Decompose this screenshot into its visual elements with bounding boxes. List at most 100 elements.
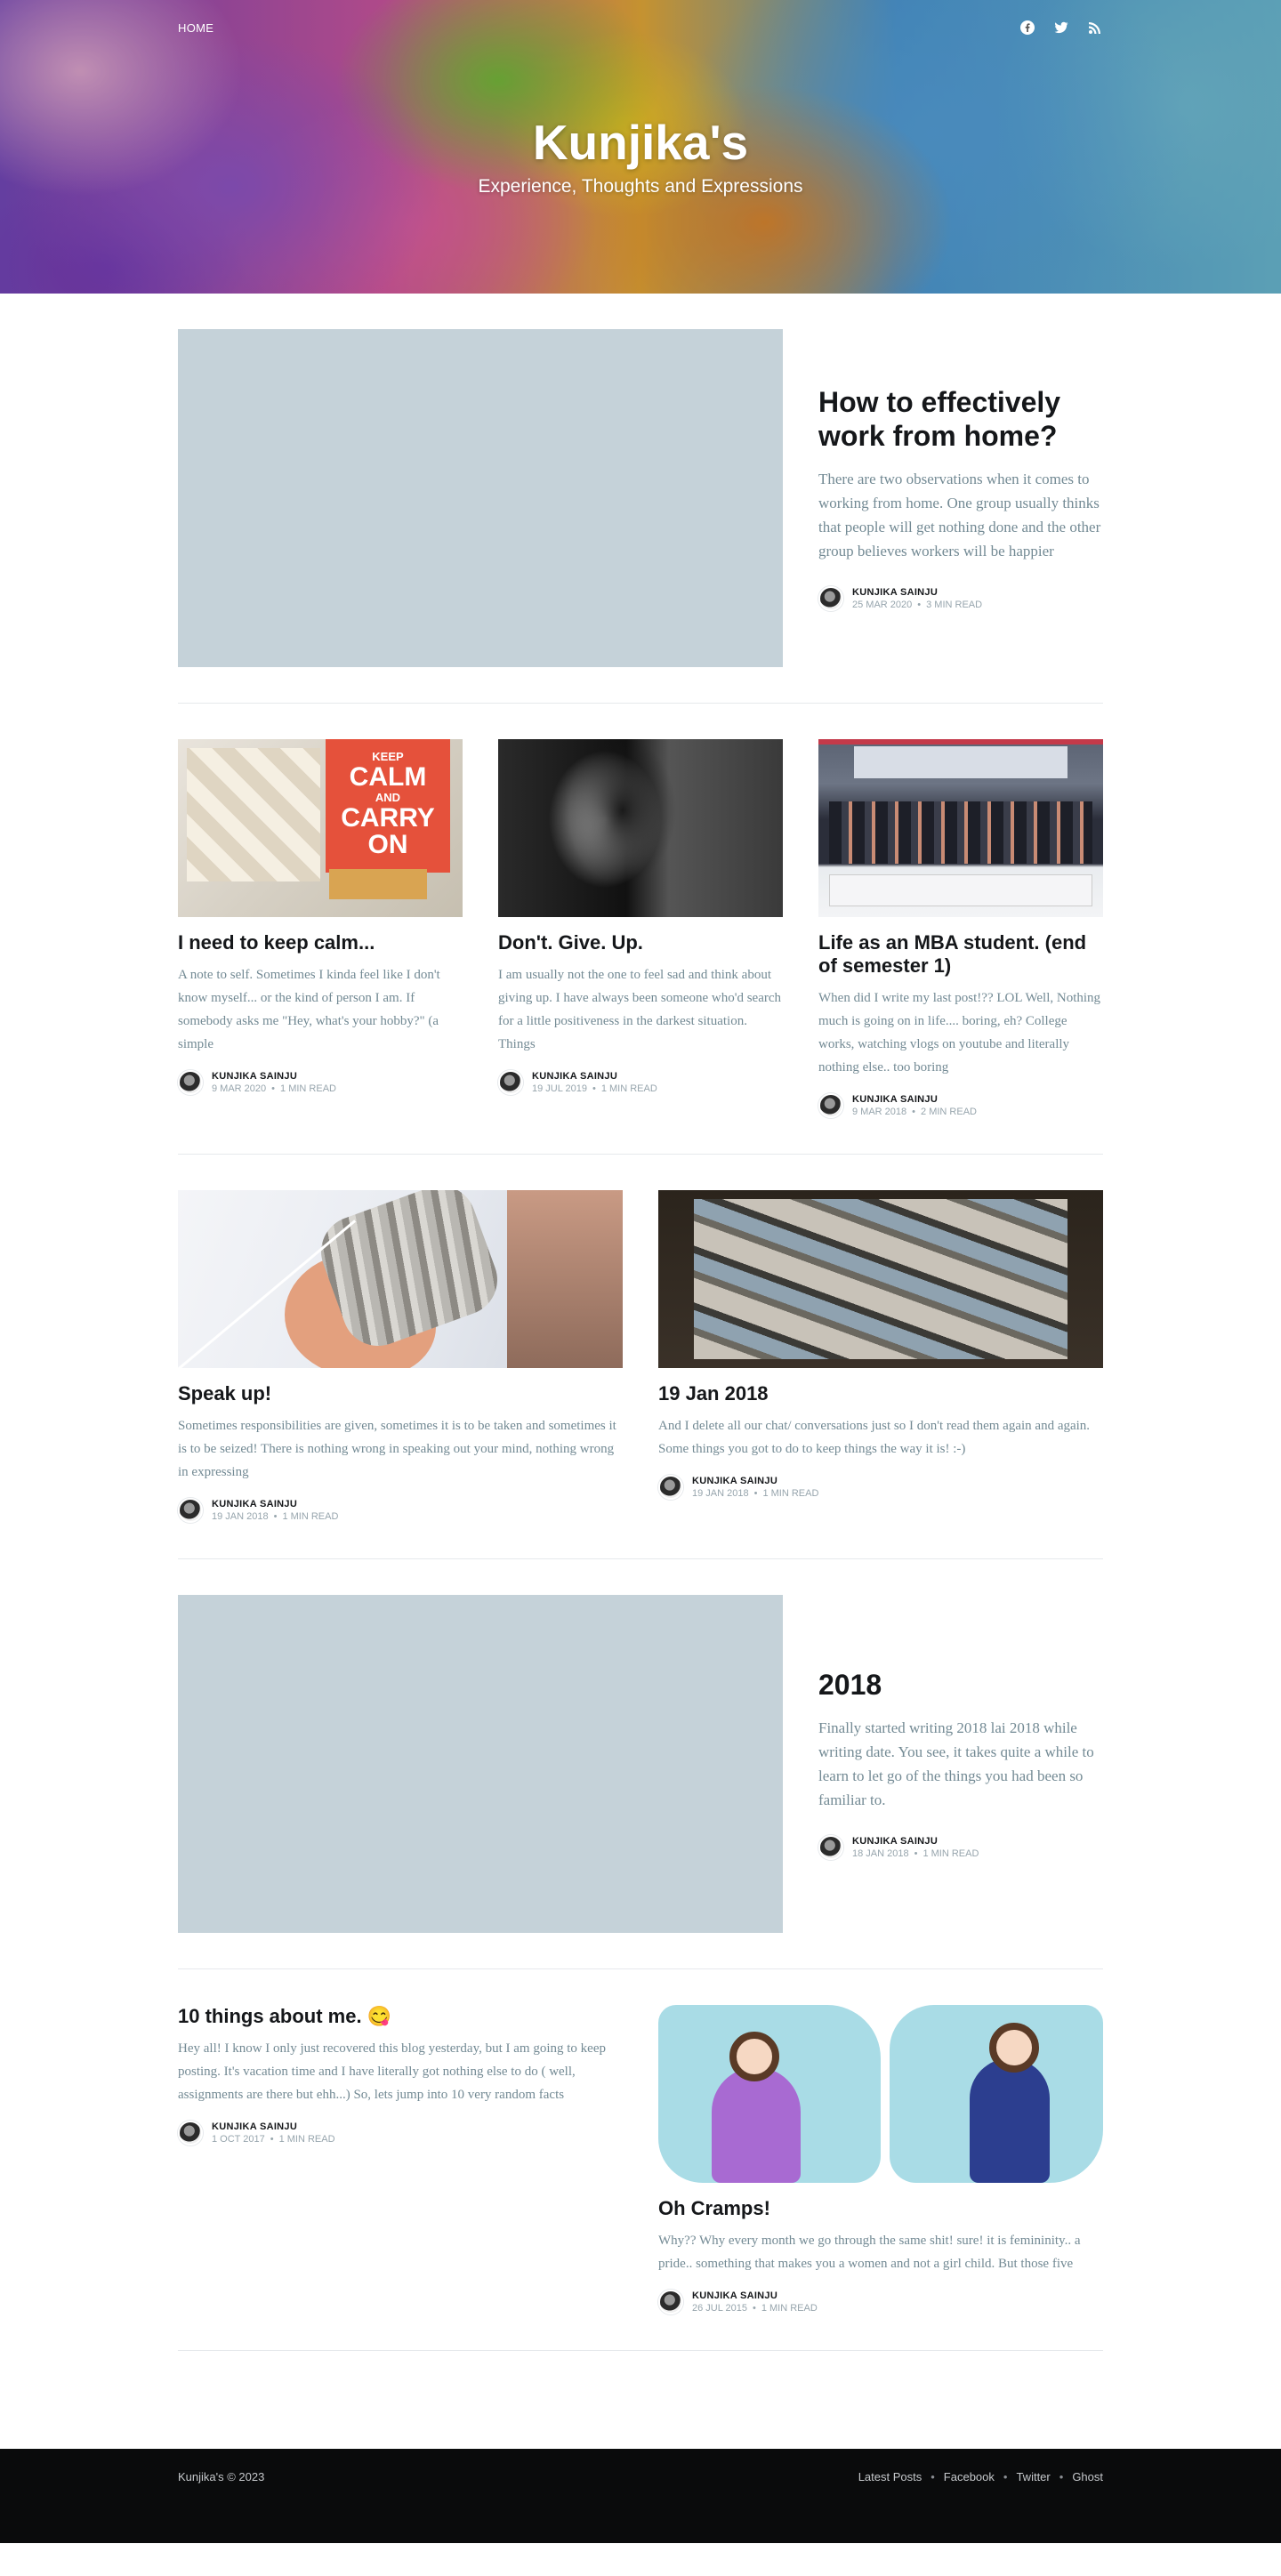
post-image-tin-can-phone[interactable]: [178, 1190, 623, 1368]
footer-link-latest-posts[interactable]: Latest Posts: [858, 2470, 922, 2483]
twitter-icon[interactable]: [1053, 20, 1069, 36]
post-date: 26 JUL 2015: [692, 2303, 747, 2314]
post-card[interactable]: 2018 Finally started writing 2018 lai 20…: [178, 1595, 1103, 1933]
footer-link-twitter[interactable]: Twitter: [1016, 2470, 1050, 2483]
post-title[interactable]: Speak up!: [178, 1382, 623, 1405]
post-meta: KUNJIKA SAINJU 1 OCT 2017 • 1 MIN READ: [178, 2121, 623, 2145]
post-row: Speak up! Sometimes responsibilities are…: [178, 1155, 1103, 1559]
author-name[interactable]: KUNJIKA SAINJU: [532, 1071, 657, 1082]
author-avatar[interactable]: [178, 1498, 203, 1523]
post-title[interactable]: 2018: [818, 1668, 1103, 1702]
post-excerpt: I am usually not the one to feel sad and…: [498, 968, 782, 1051]
reading-time: 3 MIN READ: [926, 600, 983, 610]
post-title[interactable]: How to effectively work from home?: [818, 385, 1103, 453]
author-name[interactable]: KUNJIKA SAINJU: [852, 1836, 979, 1847]
post-date: 19 JAN 2018: [692, 1488, 749, 1499]
author-name[interactable]: KUNJIKA SAINJU: [852, 587, 982, 598]
post-title[interactable]: Oh Cramps!: [658, 2197, 1103, 2220]
post-card-body: How to effectively work from home? There…: [818, 385, 1103, 611]
post-meta: KUNJIKA SAINJU 19 JUL 2019 • 1 MIN READ: [498, 1070, 783, 1095]
author-name[interactable]: KUNJIKA SAINJU: [692, 1476, 818, 1486]
author-avatar[interactable]: [658, 1475, 683, 1500]
post-meta: KUNJIKA SAINJU 19 JAN 2018 • 1 MIN READ: [178, 1498, 623, 1523]
reading-time: 1 MIN READ: [922, 1848, 979, 1859]
rss-icon[interactable]: [1087, 20, 1103, 36]
meta-separator: •: [592, 1083, 596, 1094]
post-card[interactable]: 19 Jan 2018 And I delete all our chat/ c…: [658, 1190, 1103, 1523]
post-image-keep-calm[interactable]: KEEP CALM AND CARRY ON: [178, 739, 463, 917]
post-card[interactable]: How to effectively work from home? There…: [178, 329, 1103, 667]
meta-separator: •: [271, 1083, 276, 1094]
post-image-mba-group[interactable]: [818, 739, 1103, 917]
author-avatar[interactable]: [818, 1093, 843, 1118]
meta-separator: •: [273, 1511, 278, 1522]
post-date: 9 MAR 2018: [852, 1107, 907, 1117]
post-image-cramps-comic[interactable]: [658, 2005, 1103, 2183]
facebook-icon[interactable]: [1019, 20, 1035, 36]
social-links: [1019, 20, 1103, 36]
post-excerpt: Sometimes responsibilities are given, so…: [178, 1419, 616, 1479]
post-excerpt: There are two observations when it comes…: [818, 471, 1101, 559]
meta-separator: •: [917, 600, 922, 610]
reading-time: 2 MIN READ: [921, 1107, 977, 1117]
reading-time: 1 MIN READ: [282, 1511, 339, 1522]
post-card[interactable]: Speak up! Sometimes responsibilities are…: [178, 1190, 623, 1523]
reading-time: 1 MIN READ: [280, 1083, 336, 1094]
post-image-give-up[interactable]: [498, 739, 783, 917]
footer-link-facebook[interactable]: Facebook: [944, 2470, 995, 2483]
author-avatar[interactable]: [818, 1835, 843, 1860]
post-image-photos-frame[interactable]: [658, 1190, 1103, 1368]
author-avatar[interactable]: [498, 1070, 523, 1095]
site-footer: Kunjika's © 2023 Latest Posts • Facebook…: [0, 2449, 1281, 2543]
post-date: 25 MAR 2020: [852, 600, 913, 610]
author-avatar[interactable]: [178, 1070, 203, 1095]
reading-time: 1 MIN READ: [278, 2134, 335, 2145]
meta-separator: •: [912, 1107, 916, 1117]
post-card[interactable]: Oh Cramps! Why?? Why every month we go t…: [658, 2005, 1103, 2314]
post-excerpt: And I delete all our chat/ conversations…: [658, 1419, 1091, 1456]
post-date: 1 OCT 2017: [212, 2134, 265, 2145]
footer-nav: Latest Posts • Facebook • Twitter • Ghos…: [858, 2470, 1103, 2483]
meta-separator: •: [914, 1848, 918, 1859]
footer-separator: •: [1059, 2470, 1064, 2483]
post-card[interactable]: Don't. Give. Up. I am usually not the on…: [498, 739, 783, 1118]
author-avatar[interactable]: [818, 586, 843, 611]
post-row: 10 things about me. 😋 Hey all! I know I …: [178, 1969, 1103, 2351]
post-card[interactable]: KEEP CALM AND CARRY ON I need to keep ca…: [178, 739, 463, 1118]
author-avatar[interactable]: [178, 2121, 203, 2145]
post-card-body: 2018 Finally started writing 2018 lai 20…: [818, 1668, 1103, 1860]
post-date: 18 JAN 2018: [852, 1848, 909, 1859]
post-card[interactable]: 10 things about me. 😋 Hey all! I know I …: [178, 2005, 623, 2314]
top-nav: HOME: [178, 20, 1103, 36]
post-title[interactable]: 10 things about me. 😋: [178, 2005, 623, 2028]
author-avatar[interactable]: [658, 2290, 683, 2314]
footer-link-ghost[interactable]: Ghost: [1072, 2470, 1103, 2483]
site-header: HOME Kunjika's Experience, Thoughts and …: [0, 0, 1281, 294]
author-name[interactable]: KUNJIKA SAINJU: [212, 1071, 336, 1082]
meta-separator: •: [270, 2134, 274, 2145]
post-title[interactable]: 19 Jan 2018: [658, 1382, 1103, 1405]
post-date: 9 MAR 2020: [212, 1083, 267, 1094]
post-title[interactable]: Life as an MBA student. (end of semester…: [818, 931, 1103, 978]
post-row: How to effectively work from home? There…: [178, 294, 1103, 704]
post-title[interactable]: Don't. Give. Up.: [498, 931, 783, 954]
post-excerpt: A note to self. Sometimes I kinda feel l…: [178, 968, 440, 1051]
post-card[interactable]: Life as an MBA student. (end of semester…: [818, 739, 1103, 1118]
post-title[interactable]: I need to keep calm...: [178, 931, 463, 954]
post-row: KEEP CALM AND CARRY ON I need to keep ca…: [178, 704, 1103, 1155]
author-name[interactable]: KUNJIKA SAINJU: [692, 2290, 818, 2301]
post-meta: KUNJIKA SAINJU 19 JAN 2018 • 1 MIN READ: [658, 1475, 1103, 1500]
post-date: 19 JAN 2018: [212, 1511, 269, 1522]
post-meta: KUNJIKA SAINJU 26 JUL 2015 • 1 MIN READ: [658, 2290, 1103, 2314]
post-excerpt: Hey all! I know I only just recovered th…: [178, 2041, 606, 2102]
author-name[interactable]: KUNJIKA SAINJU: [212, 1499, 338, 1509]
footer-separator: •: [931, 2470, 935, 2483]
meta-separator: •: [753, 1488, 758, 1499]
post-image-placeholder[interactable]: [178, 329, 783, 667]
author-name[interactable]: KUNJIKA SAINJU: [212, 2121, 335, 2132]
author-name[interactable]: KUNJIKA SAINJU: [852, 1094, 977, 1105]
nav-home-link[interactable]: HOME: [178, 21, 214, 35]
post-image-placeholder[interactable]: [178, 1595, 783, 1933]
post-meta: KUNJIKA SAINJU 9 MAR 2020 • 1 MIN READ: [178, 1070, 463, 1095]
footer-separator: •: [1003, 2470, 1008, 2483]
